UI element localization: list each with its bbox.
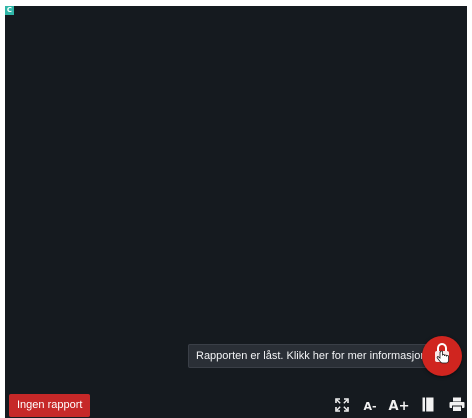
corner-badge: C (5, 6, 14, 15)
lock-tooltip: Rapporten er låst. Klikk her for mer inf… (188, 344, 435, 368)
report-locked-button[interactable] (422, 336, 462, 376)
font-decrease-button[interactable]: A- (360, 397, 380, 415)
lock-hand-icon (431, 342, 453, 371)
document-icon (422, 397, 434, 416)
bottom-toolbar: Ingen rapport A- A+ (5, 385, 467, 418)
report-frame: C Rapporten er låst. Klikk her for mer i… (0, 0, 472, 418)
document-button[interactable] (420, 397, 436, 415)
fullscreen-button[interactable] (333, 397, 351, 415)
fullscreen-icon (335, 397, 349, 416)
print-button[interactable] (448, 397, 466, 415)
report-viewer: C (5, 6, 467, 385)
print-icon (449, 397, 465, 416)
font-increase-button[interactable]: A+ (388, 397, 410, 415)
no-report-button[interactable]: Ingen rapport (9, 394, 91, 417)
